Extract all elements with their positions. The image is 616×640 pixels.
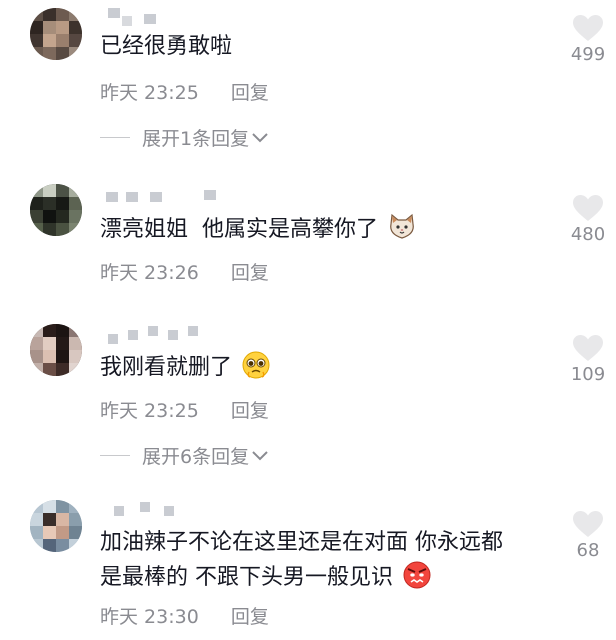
comment-time: 昨天 23:25	[100, 400, 199, 422]
reply-button[interactable]: 回复	[231, 82, 269, 104]
chevron-down-icon	[252, 132, 268, 142]
comment-text: 我刚看就删了	[100, 350, 271, 385]
comment-time: 昨天 23:30	[100, 606, 199, 628]
comment-meta: 昨天 23:25 回复	[100, 396, 269, 423]
comment-text: 是最棒的 不跟下头男一般见识	[100, 560, 432, 595]
comment-meta: 昨天 23:30 回复	[100, 602, 269, 629]
expand-replies-button[interactable]: 展开1条回复	[100, 124, 269, 151]
comment-text-content: 是最棒的 不跟下头男一般见识	[100, 565, 393, 590]
cat-face-emoji	[390, 213, 414, 239]
expand-replies-button[interactable]: 展开6条回复	[100, 442, 269, 469]
comment-meta: 昨天 23:26 回复	[100, 258, 269, 285]
like-count: 480	[570, 224, 606, 245]
like-button[interactable]: 480	[560, 194, 616, 245]
heart-icon	[573, 335, 603, 361]
comment-text: 已经很勇敢啦	[100, 34, 233, 59]
divider-line	[100, 137, 130, 138]
chevron-down-icon	[252, 450, 268, 460]
username[interactable]	[100, 500, 240, 522]
like-button[interactable]: 68	[560, 510, 616, 561]
like-count: 499	[570, 44, 606, 65]
avatar[interactable]	[30, 8, 82, 60]
heart-icon	[573, 15, 603, 41]
like-count: 109	[570, 364, 606, 385]
comment-text-line: 加油辣子不论在这里还是在对面 你永远都	[100, 530, 503, 555]
username[interactable]	[100, 188, 240, 210]
comment-text-content: 我刚看就删了	[100, 355, 233, 380]
avatar[interactable]	[30, 184, 82, 236]
username[interactable]	[100, 322, 240, 344]
reply-button[interactable]: 回复	[231, 606, 269, 628]
comment-time: 昨天 23:25	[100, 82, 199, 104]
heart-icon	[573, 511, 603, 537]
like-button[interactable]: 499	[560, 14, 616, 65]
comment-text: 漂亮姐姐 他属实是高攀你了	[100, 212, 417, 247]
divider-line	[100, 455, 130, 456]
expand-replies-label: 展开6条回复	[142, 446, 250, 468]
like-count: 68	[576, 540, 600, 561]
reply-button[interactable]: 回复	[231, 262, 269, 284]
pleading-face-emoji	[242, 351, 270, 379]
reply-button[interactable]: 回复	[231, 400, 269, 422]
comment-time: 昨天 23:26	[100, 262, 199, 284]
avatar[interactable]	[30, 324, 82, 376]
heart-icon	[573, 195, 603, 221]
like-button[interactable]: 109	[560, 334, 616, 385]
comment-text-content: 漂亮姐姐 他属实是高攀你了	[100, 217, 378, 242]
comment-meta: 昨天 23:25 回复	[100, 78, 269, 105]
username[interactable]	[100, 6, 240, 28]
avatar[interactable]	[30, 500, 82, 552]
expand-replies-label: 展开1条回复	[142, 128, 250, 150]
angry-face-emoji	[403, 561, 431, 589]
